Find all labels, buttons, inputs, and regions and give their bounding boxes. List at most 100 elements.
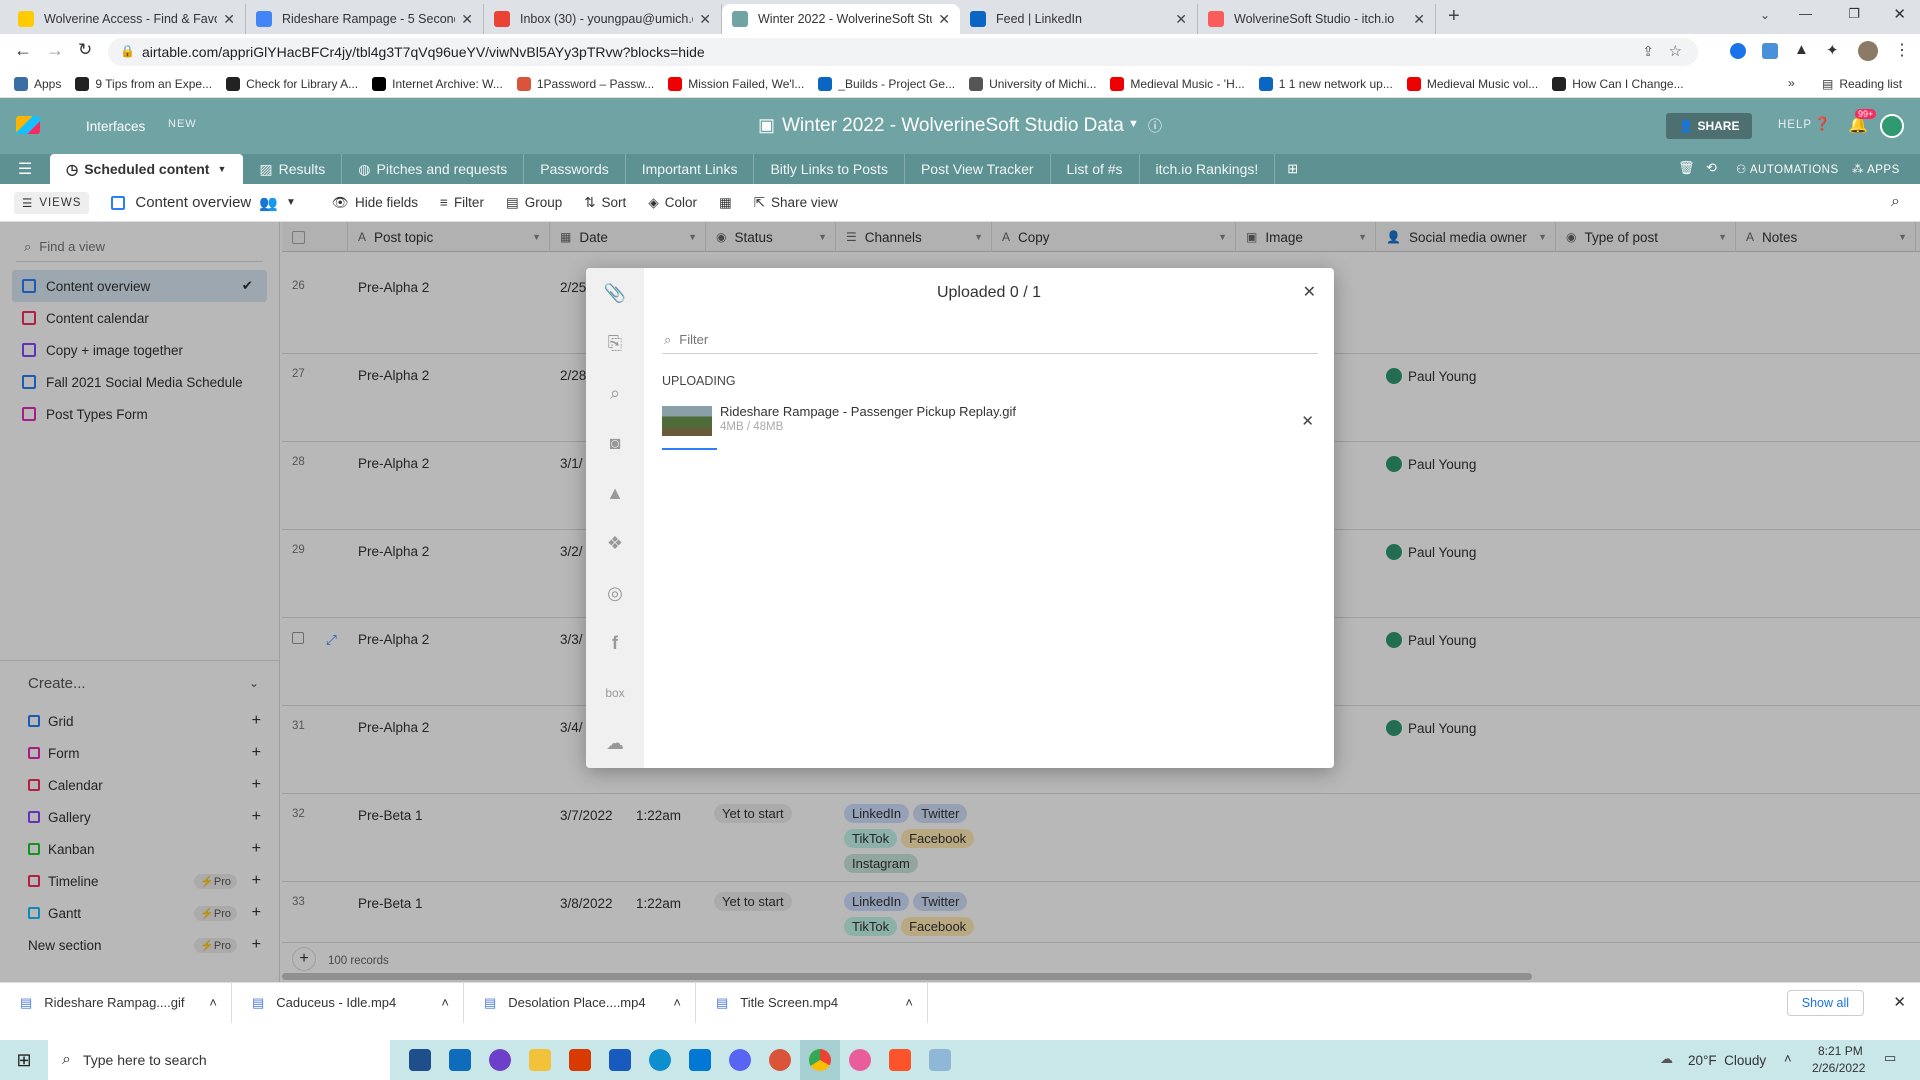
forward-icon[interactable]: → (46, 40, 64, 61)
bookmark-item[interactable]: Check for Library A... (226, 76, 358, 91)
instagram-icon[interactable]: ◎ (602, 580, 628, 606)
table-tab[interactable]: Post View Tracker (905, 154, 1051, 184)
close-tab-icon[interactable]: ✕ (1413, 11, 1425, 28)
sort-button[interactable]: ⇅ Sort (584, 195, 626, 211)
browser-tab[interactable]: Feed | LinkedIn ✕ (960, 4, 1198, 34)
table-tab[interactable]: Important Links (626, 154, 755, 184)
show-all-button[interactable]: Show all (1786, 990, 1864, 1016)
bookmark-item[interactable]: 1 1 new network up... (1258, 76, 1393, 91)
download-item[interactable]: ▤ Rideshare Rampag....gif ˄ (0, 982, 232, 1023)
close-tab-icon[interactable]: ✕ (461, 11, 473, 28)
box-icon[interactable]: box (602, 680, 628, 706)
table-tab[interactable]: ◷ Scheduled content ▼ (50, 154, 244, 184)
bookmark-item[interactable]: 1Password – Passw... (516, 76, 654, 91)
row-height-button[interactable]: ▦ (719, 195, 732, 211)
chevron-up-icon[interactable]: ˄ (905, 995, 913, 1010)
facebook-icon[interactable]: f (602, 630, 628, 656)
table-tab[interactable]: List of #s (1051, 154, 1140, 184)
table-tab[interactable]: Passwords (524, 154, 626, 184)
itunes-icon[interactable] (840, 1040, 880, 1080)
close-tab-icon[interactable]: ✕ (699, 11, 711, 28)
group-button[interactable]: ▤ Group (506, 195, 562, 211)
bookmark-item[interactable]: Medieval Music - 'H... (1110, 76, 1245, 91)
notepad-icon[interactable] (920, 1040, 960, 1080)
bookmark-item[interactable]: Apps (14, 76, 61, 91)
weather-text[interactable]: 20°F Cloudy (1688, 1053, 1766, 1068)
taskbar-search-box[interactable]: ⌕ Type here to search (48, 1040, 390, 1080)
discord-icon[interactable] (720, 1040, 760, 1080)
base-title[interactable]: Winter 2022 - WolverineSoft Studio Data (782, 115, 1124, 137)
clock-time[interactable]: 8:21 PM (1818, 1044, 1863, 1058)
table-tab[interactable]: ◍ Pitches and requests (342, 154, 525, 184)
close-tab-icon[interactable]: ✕ (938, 11, 950, 28)
add-table-icon[interactable]: ⊞ (1287, 154, 1298, 184)
dropbox-icon[interactable]: ❖ (602, 530, 628, 556)
onedrive-icon[interactable]: ☁ (602, 730, 628, 756)
help-link[interactable]: HELP (1778, 119, 1812, 131)
camera-icon[interactable]: ◙ (602, 430, 628, 456)
browser-tab[interactable]: WolverineSoft Studio - itch.io ✕ (1198, 4, 1436, 34)
table-tab[interactable]: ▨ Results (243, 154, 343, 184)
clock-date[interactable]: 2/26/2022 (1812, 1061, 1865, 1075)
bookmark-item[interactable]: Medieval Music vol... (1406, 76, 1538, 91)
notifications-icon[interactable]: ▭ (1884, 1050, 1896, 1066)
bookmark-item[interactable]: University of Michi... (969, 76, 1096, 91)
base-info-icon[interactable]: ⓘ (1148, 116, 1162, 136)
paperclip-icon[interactable]: 📎 (602, 280, 628, 306)
extension-icon[interactable]: ▲ (1794, 41, 1809, 58)
cancel-upload-icon[interactable]: ✕ (1301, 412, 1314, 430)
edge-icon[interactable] (640, 1040, 680, 1080)
new-tab-button[interactable]: + (1448, 5, 1460, 28)
profile-avatar[interactable] (1858, 41, 1878, 61)
base-dropdown-icon[interactable]: ▼ (1128, 118, 1139, 130)
more-bookmarks-icon[interactable]: » (1788, 76, 1795, 90)
url-field[interactable]: 🔒 airtable.com/appriGlYHacBFCr4jy/tbl4g3… (108, 38, 1698, 66)
bookmark-item[interactable]: 9 Tips from an Expe... (75, 76, 212, 91)
download-item[interactable]: ▤ Caduceus - Idle.mp4 ˄ (232, 982, 464, 1023)
bookmark-item[interactable]: Mission Failed, We'l... (668, 76, 804, 91)
weather-icon[interactable]: ☁ (1660, 1051, 1673, 1067)
back-icon[interactable]: ← (14, 40, 32, 61)
bookmark-star-icon[interactable]: ☆ (1669, 42, 1682, 60)
close-tab-icon[interactable]: ✕ (1175, 11, 1187, 28)
davinci-icon[interactable] (760, 1040, 800, 1080)
github-icon[interactable] (480, 1040, 520, 1080)
table-tab[interactable]: Bitly Links to Posts (754, 154, 905, 184)
close-tab-icon[interactable]: ✕ (223, 11, 235, 28)
filter-button[interactable]: ≡ Filter (440, 195, 484, 210)
file-explorer-icon[interactable] (520, 1040, 560, 1080)
extensions-puzzle-icon[interactable]: ✦ (1826, 41, 1839, 59)
tray-chevron-icon[interactable]: ˄ (1784, 1051, 1792, 1066)
maximize-button[interactable]: ❐ (1848, 6, 1860, 22)
extension-icon[interactable] (1730, 43, 1746, 59)
help-icon[interactable]: ❓ (1814, 116, 1830, 132)
close-downloads-icon[interactable]: ✕ (1893, 993, 1906, 1011)
google-drive-icon[interactable]: ▲ (602, 480, 628, 506)
mail-icon[interactable] (440, 1040, 480, 1080)
reading-list-button[interactable]: ▤ Reading list (1822, 77, 1902, 91)
chevron-up-icon[interactable]: ˄ (673, 995, 681, 1010)
user-avatar[interactable] (1880, 114, 1904, 138)
filter-field[interactable]: ⌕ (662, 326, 1318, 354)
browser-tab[interactable]: Inbox (30) - youngpau@umich.ec ✕ (484, 4, 722, 34)
brave-icon[interactable] (880, 1040, 920, 1080)
word-icon[interactable] (600, 1040, 640, 1080)
tab-search-icon[interactable]: ⌄ (1760, 8, 1770, 22)
chevron-down-icon[interactable]: ▼ (217, 164, 226, 174)
chevron-up-icon[interactable]: ˄ (441, 995, 449, 1010)
share-button[interactable]: 👤 SHARE (1666, 113, 1752, 139)
office-icon[interactable] (560, 1040, 600, 1080)
bookmark-item[interactable]: Internet Archive: W... (372, 76, 503, 91)
color-button[interactable]: ◈ Color (648, 195, 697, 211)
hide-fields-button[interactable]: 👁 Hide fields (332, 195, 418, 211)
chrome-icon[interactable] (800, 1040, 840, 1080)
chevron-up-icon[interactable]: ˄ (209, 995, 217, 1010)
search-icon[interactable]: ⌕ (602, 380, 628, 406)
download-item[interactable]: ▤ Desolation Place....mp4 ˄ (464, 982, 696, 1023)
close-window-button[interactable]: ✕ (1893, 5, 1906, 23)
minimize-button[interactable]: — (1799, 6, 1812, 21)
filter-input[interactable] (679, 332, 1280, 347)
start-button[interactable]: ⊞ (0, 1040, 48, 1080)
browser-tab[interactable]: Wolverine Access - Find & Favori ✕ (8, 4, 246, 34)
browser-tab[interactable]: Winter 2022 - WolverineSoft Stu ✕ (722, 4, 960, 34)
